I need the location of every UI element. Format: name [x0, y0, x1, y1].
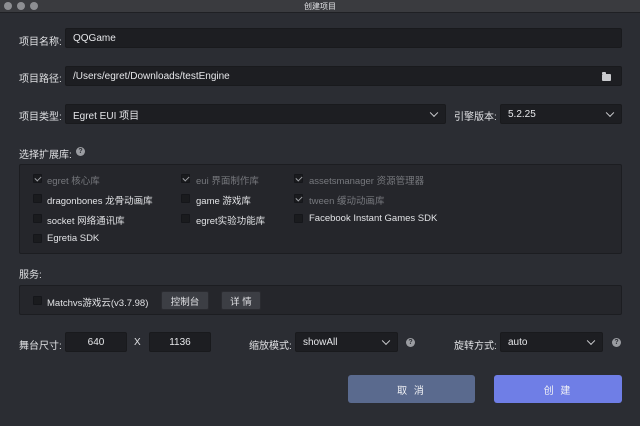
project-name-value: QQGame — [73, 32, 116, 44]
window-title: 创建项目 — [304, 2, 336, 11]
chevron-down-icon — [429, 108, 439, 118]
service-label-matchvs: Matchvs游戏云(v3.7.98) — [47, 298, 149, 309]
orientation-label: 旋转方式: — [454, 341, 497, 352]
ext-checkbox-facebook[interactable] — [294, 214, 303, 223]
project-path-label: 项目路径: — [19, 74, 62, 85]
extensions-label: 选择扩展库: — [19, 150, 72, 161]
engine-version-select[interactable]: 5.2.25 — [500, 104, 622, 124]
project-path-input[interactable]: /Users/egret/Downloads/testEngine — [65, 66, 622, 86]
ext-checkbox-tween[interactable] — [294, 194, 303, 203]
orientation-select[interactable]: auto — [500, 332, 603, 352]
stage-height-value: 1136 — [169, 336, 191, 348]
ext-label-egretia: Egretia SDK — [47, 233, 100, 244]
ext-checkbox-game[interactable] — [181, 194, 190, 203]
ext-label-game: game 游戏库 — [196, 196, 251, 207]
chevron-down-icon — [586, 336, 596, 346]
extensions-panel: egret 核心库 eui 界面制作库 assetsmanager 资源管理器 … — [19, 164, 622, 254]
details-button[interactable]: 详 情 — [221, 291, 261, 310]
create-button[interactable]: 创 建 — [494, 375, 622, 403]
orientation-help-icon[interactable]: ? — [612, 338, 621, 347]
ext-label-assetsmanager: assetsmanager 资源管理器 — [309, 176, 425, 187]
project-type-label: 项目类型: — [19, 112, 62, 123]
scale-mode-value: showAll — [303, 336, 338, 348]
ext-checkbox-egret[interactable] — [33, 174, 42, 183]
chevron-down-icon — [605, 108, 615, 118]
project-name-input[interactable]: QQGame — [65, 28, 622, 48]
extensions-help-icon[interactable]: ? — [76, 147, 85, 156]
ext-label-facebook: Facebook Instant Games SDK — [309, 213, 438, 224]
ext-checkbox-socket[interactable] — [33, 214, 42, 223]
ext-checkbox-assetsmanager[interactable] — [294, 174, 303, 183]
engine-version-value: 5.2.25 — [508, 108, 536, 120]
scale-mode-label: 缩放模式: — [249, 341, 292, 352]
scale-mode-help-icon[interactable]: ? — [406, 338, 415, 347]
ext-label-socket: socket 网络通讯库 — [47, 216, 125, 227]
stage-height-input[interactable]: 1136 — [149, 332, 211, 352]
services-panel: Matchvs游戏云(v3.7.98) 控制台 详 情 — [19, 285, 622, 315]
cancel-button[interactable]: 取 消 — [348, 375, 475, 403]
orientation-value: auto — [508, 336, 528, 348]
project-name-label: 项目名称: — [19, 37, 62, 48]
engine-version-label: 引擎版本: — [454, 112, 497, 123]
services-label: 服务: — [19, 270, 42, 281]
console-button[interactable]: 控制台 — [161, 291, 209, 310]
stage-width-input[interactable]: 640 — [65, 332, 127, 352]
stage-size-separator: X — [134, 337, 141, 348]
ext-label-dragonbones: dragonbones 龙骨动画库 — [47, 196, 153, 207]
ext-label-tween: tween 缓动动画库 — [309, 196, 385, 207]
folder-icon[interactable] — [602, 72, 611, 81]
project-path-value: /Users/egret/Downloads/testEngine — [73, 70, 230, 82]
ext-checkbox-egretia[interactable] — [33, 234, 42, 243]
ext-checkbox-dragonbones[interactable] — [33, 194, 42, 203]
chevron-down-icon — [381, 336, 391, 346]
service-checkbox-matchvs[interactable] — [33, 296, 42, 305]
title-bar: 创建项目 — [0, 0, 640, 13]
stage-size-label: 舞台尺寸: — [19, 341, 62, 352]
project-type-value: Egret EUI 项目 — [73, 110, 140, 122]
scale-mode-select[interactable]: showAll — [295, 332, 398, 352]
ext-checkbox-experimental[interactable] — [181, 214, 190, 223]
ext-label-eui: eui 界面制作库 — [196, 176, 259, 187]
stage-width-value: 640 — [87, 336, 105, 348]
ext-checkbox-eui[interactable] — [181, 174, 190, 183]
ext-label-experimental: egret实验功能库 — [196, 216, 266, 227]
ext-label-egret: egret 核心库 — [47, 176, 100, 187]
project-type-select[interactable]: Egret EUI 项目 — [65, 104, 446, 124]
